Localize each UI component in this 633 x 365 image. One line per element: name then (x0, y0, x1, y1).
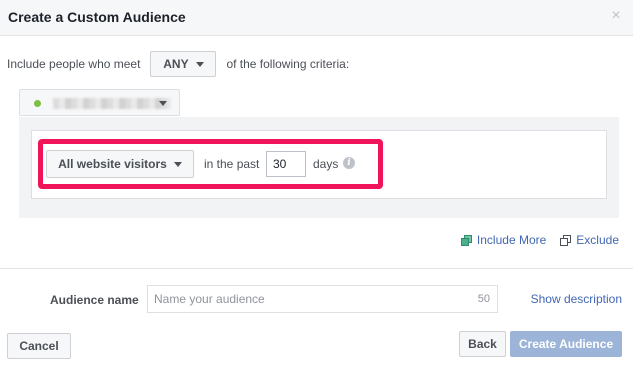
days-label: days (313, 157, 339, 171)
action-links: Include More Exclude (460, 233, 619, 247)
status-dot-icon (34, 100, 41, 107)
match-type-value: ANY (163, 57, 189, 71)
match-type-dropdown[interactable]: ANY (150, 51, 217, 77)
exclude-icon (560, 234, 572, 246)
chevron-down-icon (195, 61, 204, 67)
dialog-header: Create a Custom Audience × (0, 0, 633, 36)
create-audience-button[interactable]: Create Audience (510, 331, 622, 357)
show-description-link[interactable]: Show description (531, 292, 622, 306)
close-icon[interactable]: × (609, 8, 623, 24)
source-pixel-dropdown[interactable] (19, 89, 180, 116)
char-limit-counter: 50 (477, 293, 490, 305)
visitor-type-value: All website visitors (58, 157, 167, 171)
include-more-link[interactable]: Include More (460, 233, 547, 247)
exclude-label: Exclude (576, 233, 619, 247)
criteria-prefix-text: Include people who meet (7, 57, 141, 71)
audience-name-input[interactable] (148, 286, 468, 312)
source-name-redacted (53, 98, 171, 109)
criteria-suffix-text: of the following criteria: (226, 57, 350, 71)
days-input[interactable] (266, 151, 306, 177)
visitor-type-dropdown[interactable]: All website visitors (46, 150, 194, 178)
cancel-button[interactable]: Cancel (7, 333, 71, 359)
include-more-label: Include More (476, 233, 547, 247)
chevron-down-icon (173, 161, 182, 167)
dialog-title: Create a Custom Audience (8, 9, 186, 25)
create-custom-audience-dialog: Create a Custom Audience × Include peopl… (0, 0, 633, 365)
criteria-row: Include people who meet ANY of the follo… (7, 51, 349, 77)
info-icon[interactable]: i (343, 157, 355, 169)
chevron-down-icon (159, 101, 167, 106)
include-more-icon (460, 234, 472, 246)
audience-name-label: Audience name (50, 293, 139, 307)
audience-name-field: 50 (147, 285, 498, 313)
in-the-past-label: in the past (204, 157, 260, 171)
exclude-link[interactable]: Exclude (560, 233, 619, 247)
divider (0, 268, 633, 269)
back-button[interactable]: Back (459, 331, 506, 357)
